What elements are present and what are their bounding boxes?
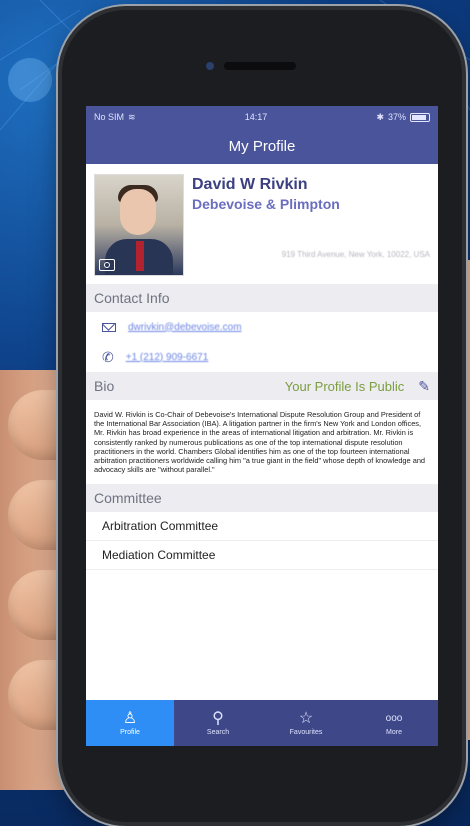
tab-search[interactable]: ⚲ Search [174,700,262,746]
tab-profile[interactable]: ♙ Profile [86,700,174,746]
status-time: 14:17 [244,112,268,122]
tab-label: Search [206,728,230,736]
profile-info: David W Rivkin Debevoise & Plimpton 919 … [192,174,430,274]
tab-label: More [386,728,402,736]
bio-header-label: Bio [94,378,115,394]
profile-address: 919 Third Avenue, New York, 10022, USA [281,250,430,259]
profile-card: David W Rivkin Debevoise & Plimpton 919 … [86,164,438,284]
committee-header-label: Committee [94,490,162,507]
tab-favourites[interactable]: ☆ Favourites [262,700,350,746]
phone-icon: ✆ [102,348,114,365]
person-icon: ♙ [122,709,138,727]
email-link[interactable]: dwrivkin@debevoise.com [128,322,242,333]
battery-icon [410,112,430,122]
battery-percent: 37% [387,112,406,122]
tab-label: Profile [120,728,140,736]
nav-bar: My Profile [86,128,438,164]
search-icon: ⚲ [212,709,224,727]
speaker-grille [224,62,296,70]
bluetooth-icon: ✱ [376,111,384,122]
profile-firm: Debevoise & Plimpton [192,196,340,212]
star-icon: ☆ [298,709,314,727]
wifi-icon: ≋ [128,111,136,122]
profile-photo[interactable] [94,174,184,276]
tab-bar: ♙ Profile ⚲ Search ☆ Favourites ooo More [86,700,438,746]
app-screen: No SIM ≋ 14:17 ✱ 37% My Profile David W … [86,106,438,746]
tie [136,241,144,271]
tab-more[interactable]: ooo More [350,700,438,746]
edit-icon[interactable]: ✎ [418,378,430,395]
front-camera [206,62,214,70]
camera-icon[interactable] [99,259,115,271]
page-title: My Profile [228,137,296,155]
bio-text: David W. Rivkin is Co-Chair of Debevoise… [94,410,426,475]
profile-name: David W Rivkin [192,176,308,193]
face [120,189,156,235]
email-row[interactable]: dwrivkin@debevoise.com [86,312,438,342]
committee-item[interactable]: Arbitration Committee [86,512,438,542]
more-icon: ooo [385,712,403,724]
tab-label: Favourites [289,728,323,736]
committee-header: Committee [86,484,438,513]
contact-header-label: Contact Info [94,290,170,306]
status-bar: No SIM ≋ 14:17 ✱ 37% [86,106,438,128]
phone-row[interactable]: ✆ +1 (212) 909-6671 [86,342,438,372]
phone-device: No SIM ≋ 14:17 ✱ 37% My Profile David W … [62,10,462,822]
profile-visibility: Your Profile Is Public [284,378,405,394]
mail-icon [102,322,116,332]
contact-header: Contact Info [86,284,438,312]
phone-link[interactable]: +1 (212) 909-6671 [126,352,209,363]
carrier-label: No SIM [94,112,125,122]
bio-header: Bio Your Profile Is Public ✎ [86,372,438,400]
committee-item[interactable]: Mediation Committee [86,541,438,571]
